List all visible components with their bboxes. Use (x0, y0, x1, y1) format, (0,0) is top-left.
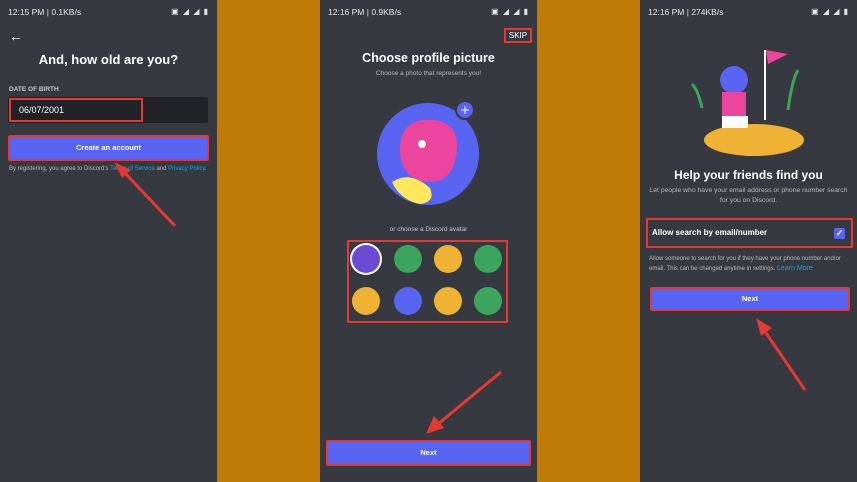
back-arrow-icon[interactable]: ← (9, 28, 23, 44)
checkbox-checked-icon[interactable]: ✓ (834, 228, 845, 239)
legal-end: . (205, 166, 207, 172)
status-bar: 12:15 PM | 0.1KB/s ▣ ◢ ◢ ▮ (8, 7, 209, 19)
skip-button[interactable]: SKIP (504, 28, 532, 43)
next-button[interactable]: Next (326, 440, 531, 466)
page-title: And, how old are you? (38, 52, 179, 67)
legal-prefix: By registering, you agree to Discord's (9, 166, 109, 172)
legal-and: and (156, 166, 167, 172)
learn-more-link[interactable]: Learn More (777, 265, 813, 272)
allow-search-label: Allow search by email/number (652, 228, 768, 237)
illustration-island (690, 50, 804, 156)
status-bar: 12:16 PM | 274KB/s ▣ ◢ ◢ ▮ (648, 7, 849, 19)
status-time: 12:15 PM | 0.1KB/s (8, 7, 82, 17)
dob-label: DATE OF BIRTH (9, 86, 59, 93)
legal-text: By registering, you agree to Discord's T… (9, 165, 209, 173)
status-icons: ▣ ◢ ◢ ▮ (171, 7, 209, 16)
profile-picture-upload[interactable]: + (370, 96, 490, 206)
privacy-link[interactable]: Privacy Policy (168, 166, 205, 172)
status-icons: ▣ ◢ ◢ ▮ (811, 7, 849, 16)
page-title: Help your friends find you (674, 168, 823, 182)
page-subtitle: Choose a photo that represents you! (375, 70, 482, 77)
avatar-grid-highlight (347, 240, 508, 323)
annotation-arrow (114, 162, 177, 228)
allow-search-toggle[interactable]: Allow search by email/number ✓ (646, 218, 853, 248)
allow-help-text: Allow someone to search for you if they … (649, 255, 851, 274)
page-title: Choose profile picture (362, 51, 495, 65)
page-subtitle: Let people who have your email address o… (649, 187, 848, 204)
phone-screen-avatar: 12:16 PM | 0.9KB/s ▣ ◢ ◢ ▮ Choose profil… (320, 0, 537, 482)
status-time: 12:16 PM | 0.9KB/s (328, 7, 402, 17)
terms-link[interactable]: Terms of Service (110, 166, 155, 172)
status-time: 12:16 PM | 274KB/s (648, 7, 724, 17)
status-icons: ▣ ◢ ◢ ▮ (491, 7, 529, 16)
next-button[interactable]: Next (650, 287, 850, 311)
or-choose-label: or choose a Discord avatar (389, 226, 468, 233)
phone-screen-age: 12:15 PM | 0.1KB/s ▣ ◢ ◢ ▮ ← And, how ol… (0, 0, 217, 482)
svg-text:+: + (460, 103, 470, 117)
phone-screen-friends: 12:16 PM | 274KB/s ▣ ◢ ◢ ▮ Help your fri… (640, 0, 857, 482)
status-bar: 12:16 PM | 0.9KB/s ▣ ◢ ◢ ▮ (328, 7, 529, 19)
create-account-button[interactable]: Create an account (8, 135, 209, 161)
dob-field[interactable]: 06/07/2001 (9, 98, 143, 122)
